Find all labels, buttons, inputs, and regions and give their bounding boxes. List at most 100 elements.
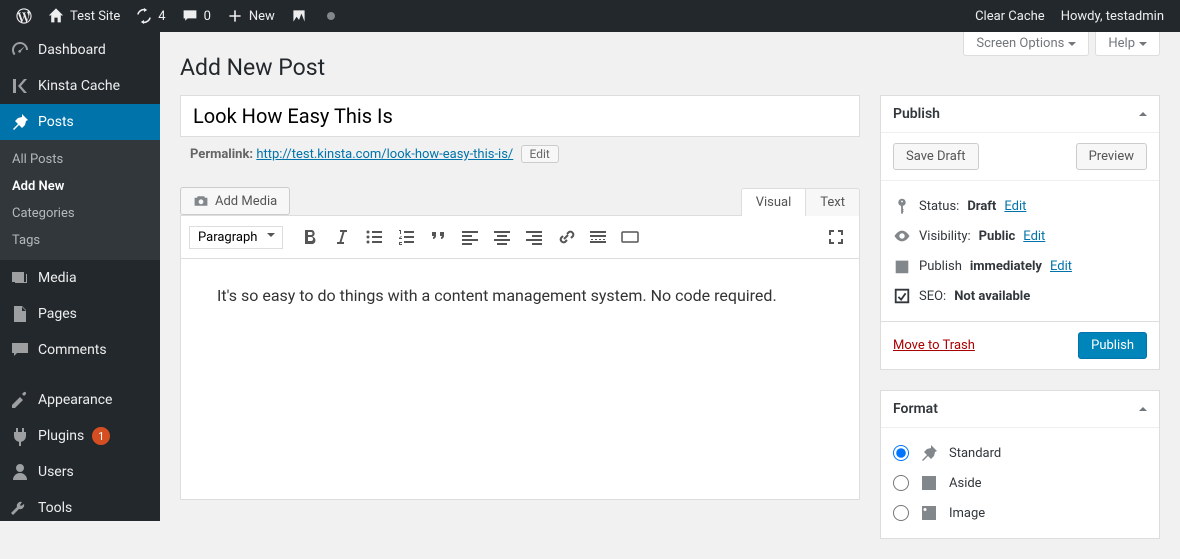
- menu-appearance[interactable]: Appearance: [0, 382, 160, 418]
- preview-button[interactable]: Preview: [1076, 143, 1147, 170]
- permalink-edit-button[interactable]: Edit: [521, 145, 559, 163]
- format-aside[interactable]: Aside: [893, 468, 1147, 498]
- submenu-tags[interactable]: Tags: [0, 227, 160, 254]
- menu-dashboard[interactable]: Dashboard: [0, 32, 160, 68]
- editor-toolbar: Paragraph: [181, 216, 859, 259]
- number-list-button[interactable]: [391, 222, 421, 252]
- plus-icon: [227, 8, 243, 24]
- seo-row: SEO: Not available: [893, 281, 1147, 311]
- menu-kinsta-cache[interactable]: Kinsta Cache: [0, 68, 160, 104]
- media-icon: [10, 268, 30, 288]
- read-more-button[interactable]: [583, 222, 613, 252]
- save-draft-button[interactable]: Save Draft: [893, 143, 979, 170]
- screen-options-tab[interactable]: Screen Options: [963, 32, 1089, 56]
- submenu-add-new[interactable]: Add New: [0, 173, 160, 200]
- status-row: Status: Draft Edit: [893, 191, 1147, 221]
- menu-comments[interactable]: Comments: [0, 332, 160, 368]
- menu-pages[interactable]: Pages: [0, 296, 160, 332]
- appearance-icon: [10, 390, 30, 410]
- status-value: Draft: [967, 199, 996, 214]
- seo-link[interactable]: [283, 0, 315, 32]
- site-name-link[interactable]: Test Site: [40, 0, 128, 32]
- key-icon: [893, 197, 911, 215]
- align-center-button[interactable]: [487, 222, 517, 252]
- admin-bar: Test Site 4 0 New Clear Cache Howdy, tes…: [0, 0, 1180, 32]
- submenu-all-posts[interactable]: All Posts: [0, 146, 160, 173]
- toolbar-toggle-button[interactable]: [615, 222, 645, 252]
- visual-tab[interactable]: Visual: [742, 189, 806, 216]
- toggle-panel-icon[interactable]: [1139, 403, 1147, 411]
- link-icon: [556, 227, 576, 247]
- visibility-row: Visibility: Public Edit: [893, 221, 1147, 251]
- format-box: Format Standard Aside Image: [880, 390, 1160, 539]
- keyboard-icon: [620, 227, 640, 247]
- publish-button[interactable]: Publish: [1078, 332, 1147, 359]
- title-wrap: [180, 95, 860, 137]
- italic-icon: [332, 227, 352, 247]
- format-radio[interactable]: [893, 505, 909, 521]
- kinsta-icon: [10, 76, 30, 96]
- howdy-label: Howdy, testadmin: [1061, 9, 1164, 24]
- paragraph-select[interactable]: Paragraph: [189, 226, 283, 249]
- list-ol-icon: [396, 227, 416, 247]
- format-radio[interactable]: [893, 475, 909, 491]
- bullet-list-button[interactable]: [359, 222, 389, 252]
- bold-button[interactable]: [295, 222, 325, 252]
- menu-users[interactable]: Users: [0, 454, 160, 490]
- edit-status-link[interactable]: Edit: [1004, 199, 1026, 214]
- seo-label: SEO:: [919, 289, 946, 304]
- fullscreen-button[interactable]: [821, 222, 851, 252]
- align-right-icon: [524, 227, 544, 247]
- blockquote-button[interactable]: [423, 222, 453, 252]
- wp-logo[interactable]: [8, 0, 40, 32]
- clear-cache-label: Clear Cache: [975, 9, 1045, 24]
- wordpress-logo-icon: [16, 8, 32, 24]
- submenu-categories[interactable]: Categories: [0, 200, 160, 227]
- update-icon: [136, 8, 152, 24]
- help-label: Help: [1108, 36, 1135, 51]
- edit-schedule-link[interactable]: Edit: [1050, 259, 1072, 274]
- comments-link[interactable]: 0: [174, 0, 219, 32]
- status-dot-link[interactable]: [315, 0, 347, 32]
- pin-icon: [919, 443, 939, 463]
- visibility-label: Visibility:: [919, 229, 971, 244]
- add-media-button[interactable]: Add Media: [180, 187, 290, 215]
- my-account-link[interactable]: Howdy, testadmin: [1053, 0, 1172, 32]
- editor-content[interactable]: It's so easy to do things with a content…: [181, 259, 859, 499]
- new-content-link[interactable]: New: [219, 0, 283, 32]
- align-right-button[interactable]: [519, 222, 549, 252]
- read-more-icon: [588, 227, 608, 247]
- align-center-icon: [492, 227, 512, 247]
- move-to-trash-link[interactable]: Move to Trash: [893, 338, 975, 353]
- link-button[interactable]: [551, 222, 581, 252]
- visibility-value: Public: [979, 229, 1016, 244]
- menu-label: Dashboard: [38, 42, 106, 58]
- dashboard-icon: [10, 40, 30, 60]
- menu-posts[interactable]: Posts: [0, 104, 160, 140]
- edit-visibility-link[interactable]: Edit: [1023, 229, 1045, 244]
- camera-icon: [193, 193, 209, 209]
- toggle-panel-icon[interactable]: [1139, 108, 1147, 116]
- circle-icon: [323, 8, 339, 24]
- permalink-label: Permalink:: [190, 147, 253, 162]
- permalink-url[interactable]: http://test.kinsta.com/look-how-easy-thi…: [256, 147, 513, 162]
- help-tab[interactable]: Help: [1095, 32, 1160, 56]
- calendar-icon: [893, 257, 911, 275]
- plugin-update-badge: 1: [92, 427, 110, 445]
- clear-cache-link[interactable]: Clear Cache: [967, 0, 1053, 32]
- post-title-input[interactable]: [180, 95, 860, 137]
- seo-value: Not available: [954, 289, 1030, 304]
- text-tab[interactable]: Text: [805, 189, 859, 216]
- format-standard[interactable]: Standard: [893, 438, 1147, 468]
- menu-media[interactable]: Media: [0, 260, 160, 296]
- menu-plugins[interactable]: Plugins1: [0, 418, 160, 454]
- menu-label: Appearance: [38, 392, 112, 408]
- italic-button[interactable]: [327, 222, 357, 252]
- menu-label: Tools: [38, 500, 72, 516]
- bold-icon: [300, 227, 320, 247]
- seo-icon: [291, 8, 307, 24]
- updates-link[interactable]: 4: [128, 0, 173, 32]
- align-left-button[interactable]: [455, 222, 485, 252]
- format-radio[interactable]: [893, 445, 909, 461]
- format-image[interactable]: Image: [893, 498, 1147, 528]
